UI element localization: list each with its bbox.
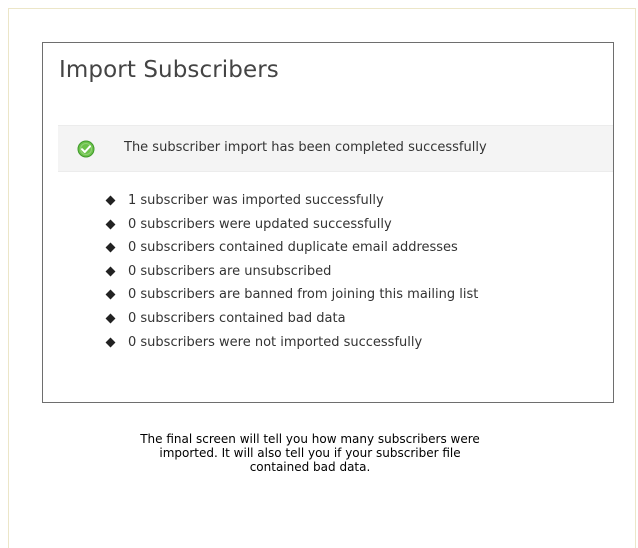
caption-line: imported. It will also tell you if your … (159, 446, 461, 460)
bullet-icon (105, 219, 116, 230)
success-message: The subscriber import has been completed… (124, 140, 487, 155)
list-item: 1 subscriber was imported successfully (103, 189, 478, 213)
caption-line: contained bad data. (249, 460, 371, 474)
bullet-icon (105, 337, 116, 348)
success-banner: The subscriber import has been completed… (58, 125, 613, 172)
page-title: Import Subscribers (59, 57, 279, 83)
bullet-icon (105, 242, 116, 253)
caption-line: The final screen will tell you how many … (140, 432, 480, 446)
import-results-list: 1 subscriber was imported successfully 0… (103, 189, 478, 354)
caption-text: The final screen will tell you how many … (40, 432, 580, 474)
bullet-icon (105, 289, 116, 300)
list-item: 0 subscribers are banned from joining th… (103, 283, 478, 307)
list-item: 0 subscribers contained bad data (103, 307, 478, 331)
result-text: 0 subscribers contained bad data (128, 310, 346, 326)
list-item: 0 subscribers contained duplicate email … (103, 236, 478, 260)
import-subscribers-panel: Import Subscribers The subscriber import… (42, 42, 614, 403)
bullet-icon (105, 313, 116, 324)
result-text: 0 subscribers were not imported successf… (128, 334, 423, 350)
result-text: 1 subscriber was imported successfully (128, 193, 384, 208)
list-item: 0 subscribers were not imported successf… (103, 331, 478, 355)
result-text: 0 subscribers contained duplicate email … (128, 240, 458, 256)
check-circle-icon (77, 140, 95, 158)
bullet-icon (105, 266, 116, 277)
list-item: 0 subscribers were updated successfully (103, 213, 478, 237)
result-text: 0 subscribers were updated successfully (128, 216, 392, 232)
result-text: 0 subscribers are banned from joining th… (128, 287, 479, 303)
list-item: 0 subscribers are unsubscribed (103, 260, 478, 284)
bullet-icon (105, 195, 116, 206)
result-text: 0 subscribers are unsubscribed (128, 263, 332, 279)
